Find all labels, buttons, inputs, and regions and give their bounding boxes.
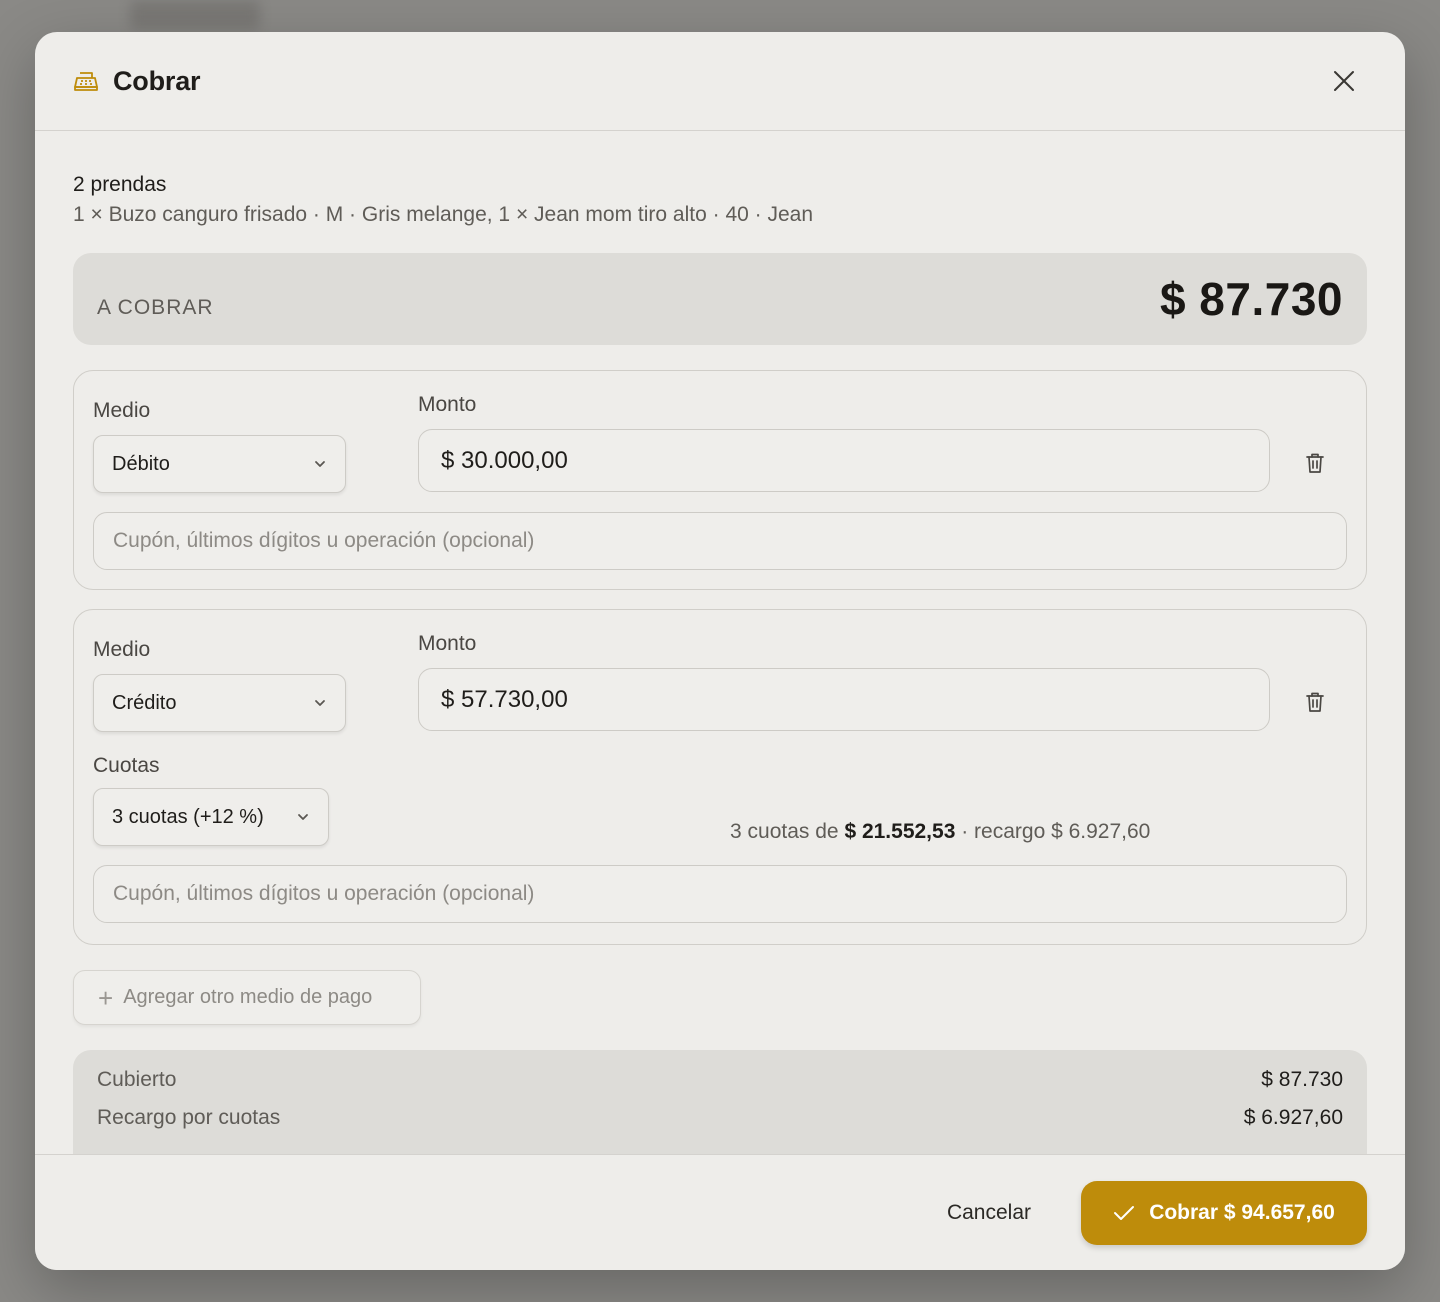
summary-covered: Cubierto $ 87.730 xyxy=(97,1068,1343,1092)
note-placeholder: Cupón, últimos dígitos u operación (opci… xyxy=(113,882,535,905)
trash-icon xyxy=(1306,453,1324,473)
cancel-button[interactable]: Cancelar xyxy=(947,1201,1031,1225)
modal-footer: Cancelar Cobrar $ 94.657,60 xyxy=(35,1154,1405,1270)
amount-label: Monto xyxy=(418,632,477,655)
installments-info-amount: $ 21.552,53 xyxy=(844,820,956,843)
items-description: 1 × Buzo canguro frisado · M · Gris mela… xyxy=(73,203,814,226)
add-payment-label: Agregar otro medio de pago xyxy=(123,986,373,1008)
items-count: 2 prendas xyxy=(73,173,167,196)
chevron-down-icon xyxy=(298,814,308,820)
backdrop-blurred-title xyxy=(130,0,260,30)
amount-input-value: $ 57.730,00 xyxy=(441,685,568,713)
installments-label: Cuotas xyxy=(93,754,160,777)
payment-card-credit: Medio Crédito Monto $ 57.730,00 Cuotas 3… xyxy=(73,609,1367,945)
method-select-value: Débito xyxy=(112,452,170,475)
summary-surcharge-value: $ 6.927,60 xyxy=(1243,1106,1343,1129)
confirm-label: Cobrar $ 94.657,60 xyxy=(1149,1200,1335,1224)
installments-info-prefix: 3 cuotas de xyxy=(730,820,839,843)
summary-surcharge-label: Recargo por cuotas xyxy=(97,1106,281,1129)
modal-body: 2 prendas 1 × Buzo canguro frisado · M ·… xyxy=(35,131,1405,1155)
method-select[interactable]: Crédito xyxy=(93,674,346,732)
total-label: A COBRAR xyxy=(97,296,214,319)
summary-covered-value: $ 87.730 xyxy=(1261,1068,1343,1091)
cash-register-icon xyxy=(73,70,99,92)
close-button[interactable] xyxy=(1331,68,1357,94)
total-panel: A COBRAR $ 87.730 xyxy=(73,253,1367,345)
summary-surcharge: Recargo por cuotas $ 6.927,60 xyxy=(97,1106,1343,1130)
installments-select[interactable]: 3 cuotas (+12 %) xyxy=(93,788,329,846)
amount-input[interactable]: $ 57.730,00 xyxy=(418,668,1270,731)
method-select[interactable]: Débito xyxy=(93,435,346,493)
delete-payment-button[interactable] xyxy=(1303,451,1327,475)
note-input[interactable]: Cupón, últimos dígitos u operación (opci… xyxy=(93,865,1347,923)
installments-select-value: 3 cuotas (+12 %) xyxy=(112,805,264,828)
amount-input-value: $ 30.000,00 xyxy=(441,446,568,474)
method-select-value: Crédito xyxy=(112,691,177,714)
note-placeholder: Cupón, últimos dígitos u operación (opci… xyxy=(113,529,535,552)
close-icon xyxy=(1334,71,1354,91)
delete-payment-button[interactable] xyxy=(1303,690,1327,714)
summary-covered-label: Cubierto xyxy=(97,1068,177,1091)
summary-panel: Cubierto $ 87.730 Recargo por cuotas $ 6… xyxy=(73,1050,1367,1155)
total-amount: $ 87.730 xyxy=(1159,273,1343,325)
installments-info: 3 cuotas de $ 21.552,53 · recargo $ 6.92… xyxy=(730,820,1150,844)
modal-header: Cobrar xyxy=(35,32,1405,131)
confirm-charge-button[interactable]: Cobrar $ 94.657,60 xyxy=(1081,1180,1367,1245)
amount-label: Monto xyxy=(418,393,477,416)
charge-modal: Cobrar 2 prendas 1 × Buzo canguro frisad… xyxy=(35,32,1405,1270)
method-label: Medio xyxy=(93,638,151,661)
plus-icon: + xyxy=(98,982,114,1013)
note-input[interactable]: Cupón, últimos dígitos u operación (opci… xyxy=(93,512,1347,570)
chevron-down-icon xyxy=(315,700,325,706)
add-payment-method-button[interactable]: + Agregar otro medio de pago xyxy=(73,970,421,1025)
payment-card-debit: Medio Débito Monto $ 30.000,00 Cupón, úl… xyxy=(73,370,1367,590)
modal-title: Cobrar xyxy=(113,65,201,96)
method-label: Medio xyxy=(93,399,151,422)
amount-input[interactable]: $ 30.000,00 xyxy=(418,429,1270,492)
check-icon xyxy=(1113,1205,1135,1221)
installments-info-suffix: · recargo $ 6.927,60 xyxy=(961,820,1151,843)
trash-icon xyxy=(1306,692,1324,712)
chevron-down-icon xyxy=(315,461,325,467)
